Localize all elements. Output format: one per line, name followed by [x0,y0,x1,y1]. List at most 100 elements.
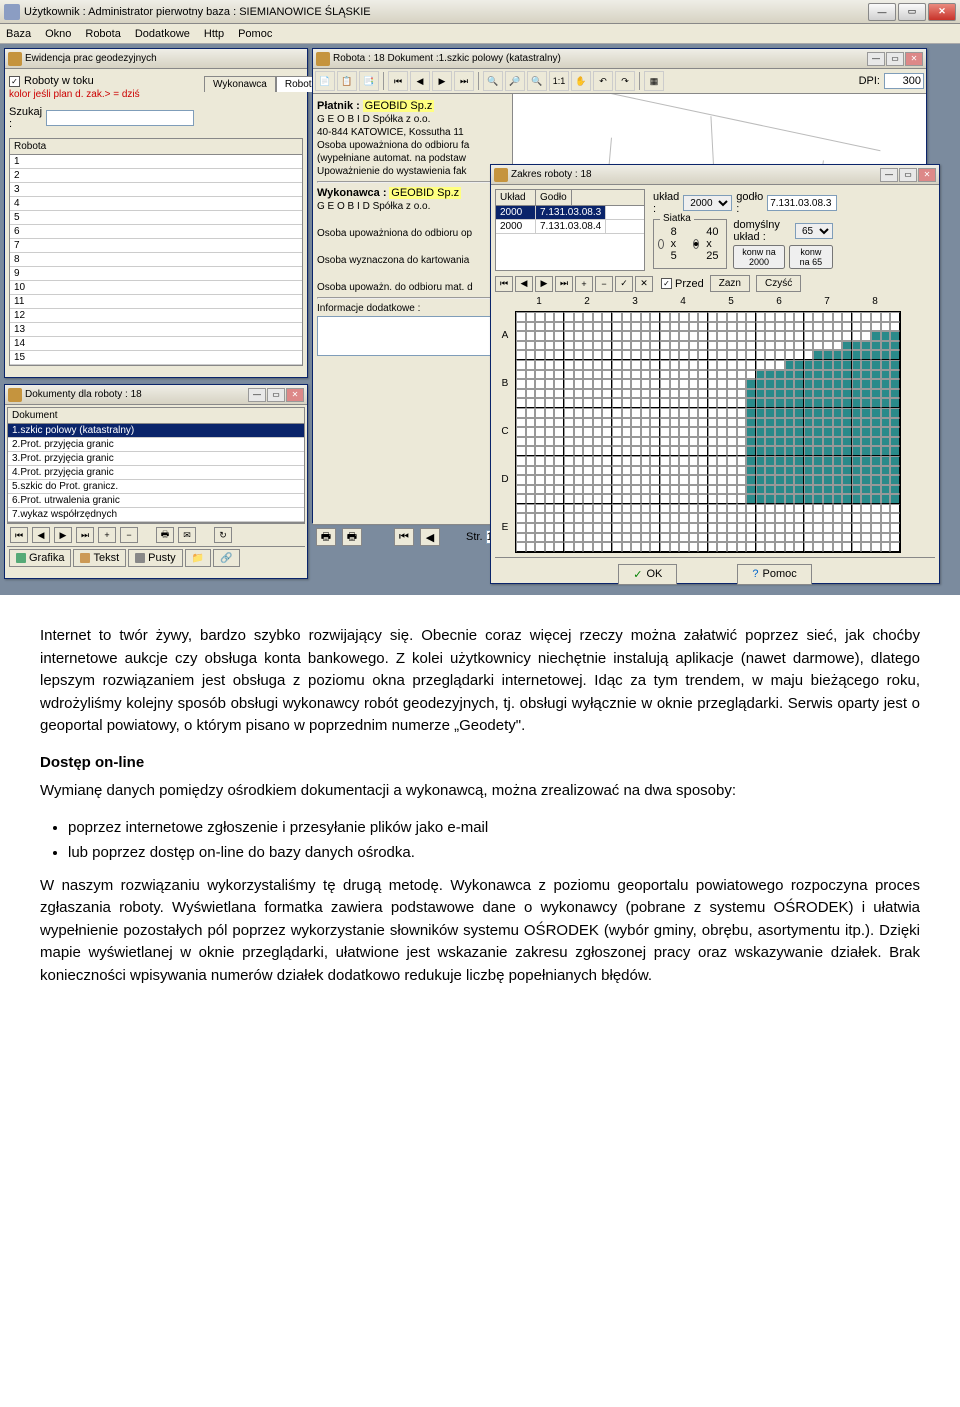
uklad-select[interactable]: 2000 [683,195,732,211]
menu-okno[interactable]: Okno [45,28,71,40]
close-button[interactable]: ✕ [928,3,956,21]
nav-next-icon[interactable]: ▶ [432,71,452,91]
table-row[interactable]: 3 [10,183,302,197]
folder-icon[interactable]: 📁 [185,549,211,567]
tool-icon[interactable]: 📋 [337,71,357,91]
tool-icon[interactable]: 📑 [359,71,379,91]
table-row[interactable]: 4.Prot. przyjęcia granic [8,466,304,480]
close-button[interactable]: ✕ [286,388,304,402]
table-row[interactable]: 5 [10,211,302,225]
radio-40x25[interactable] [693,239,699,249]
menu-http[interactable]: Http [204,28,224,40]
grid-icon[interactable]: ▦ [644,71,664,91]
checkbox-przed[interactable]: ✓ [661,278,672,289]
nav-confirm[interactable]: ✓ [615,276,633,292]
dom-uklad-select[interactable]: 65 [795,223,833,239]
print2-icon[interactable]: 🖶 [342,528,362,546]
nav-add[interactable]: + [98,527,116,543]
table-row[interactable]: 1 [10,155,302,169]
table-row[interactable]: 6.Prot. utrwalenia granic [8,494,304,508]
zazn-button[interactable]: Zazn [710,275,750,292]
extent-grid[interactable] [515,311,901,553]
zoom-fit-icon[interactable]: 🔍 [527,71,547,91]
rotate-right-icon[interactable]: ↷ [615,71,635,91]
nav-last[interactable]: ⏭ [555,276,573,292]
table-row[interactable]: 8 [10,253,302,267]
nav-prev-icon[interactable]: ◀ [410,71,430,91]
table-row[interactable]: 7.wykaz współrzędnych [8,508,304,522]
tab-wykonawca[interactable]: Wykonawca [204,76,276,92]
tab-pusty[interactable]: Pusty [128,549,183,567]
konw-65-button[interactable]: konw na 65 [789,245,833,269]
tab-tekst[interactable]: Tekst [73,549,126,567]
nav-prev[interactable]: ◀ [515,276,533,292]
nav-first[interactable]: ⏮ [495,276,513,292]
dpi-input[interactable] [884,73,924,89]
table-row[interactable]: 5.szkic do Prot. granicz. [8,480,304,494]
table-row[interactable]: 2.Prot. przyjęcia granic [8,438,304,452]
table-row[interactable]: 10 [10,281,302,295]
link-icon[interactable]: 🔗 [213,549,239,567]
nav-prev[interactable]: ◀ [420,528,440,546]
nav-last-icon[interactable]: ⏭ [454,71,474,91]
table-row[interactable]: 6 [10,225,302,239]
print-icon[interactable]: 🖶 [156,527,174,543]
table-row[interactable]: 14 [10,337,302,351]
zoom-out-icon[interactable]: 🔎 [505,71,525,91]
minimize-button[interactable]: — [248,388,266,402]
nav-cancel[interactable]: ✕ [635,276,653,292]
table-row[interactable]: 12 [10,309,302,323]
nav-first[interactable]: ⏮ [394,528,414,546]
table-row[interactable]: 13 [10,323,302,337]
checkbox-roboty-w-toku[interactable]: ✓ [9,76,20,87]
radio-8x5[interactable] [658,239,664,249]
pomoc-button[interactable]: ?Pomoc [737,564,811,585]
czysc-button[interactable]: Czyść [756,275,801,292]
tool-icon[interactable]: 📄 [315,71,335,91]
pan-icon[interactable]: ✋ [571,71,591,91]
nav-add[interactable]: + [575,276,593,292]
zoom-11-icon[interactable]: 1:1 [549,71,569,91]
ok-button[interactable]: ✓OK [618,564,677,585]
minimize-button[interactable]: — [867,52,885,66]
nav-next[interactable]: ▶ [535,276,553,292]
konw-2000-button[interactable]: konw na 2000 [733,245,784,269]
minimize-button[interactable]: — [868,3,896,21]
table-row[interactable]: 15 [10,351,302,365]
maximize-button[interactable]: ▭ [898,3,926,21]
refresh-icon[interactable]: ↻ [214,527,232,543]
rotate-left-icon[interactable]: ↶ [593,71,613,91]
table-row[interactable]: 11 [10,295,302,309]
table-row[interactable]: 2 [10,169,302,183]
table-row[interactable]: 9 [10,267,302,281]
menu-pomoc[interactable]: Pomoc [238,28,272,40]
maximize-button[interactable]: ▭ [267,388,285,402]
tab-grafika[interactable]: Grafika [9,549,71,567]
nav-next[interactable]: ▶ [54,527,72,543]
close-button[interactable]: ✕ [905,52,923,66]
menu-robota[interactable]: Robota [85,28,120,40]
menu-baza[interactable]: Baza [6,28,31,40]
main-title-text: Użytkownik : Administrator pierwotny baz… [24,6,868,18]
maximize-button[interactable]: ▭ [886,52,904,66]
zoom-in-icon[interactable]: 🔍 [483,71,503,91]
godlo-input[interactable] [767,195,837,211]
nav-last[interactable]: ⏭ [76,527,94,543]
minimize-button[interactable]: — [880,168,898,182]
nav-del[interactable]: − [595,276,613,292]
table-row[interactable]: 4 [10,197,302,211]
info-textarea[interactable] [317,316,508,356]
envelope-icon[interactable]: ✉ [178,527,196,543]
nav-first-icon[interactable]: ⏮ [388,71,408,91]
szukaj-input[interactable] [46,110,194,126]
maximize-button[interactable]: ▭ [899,168,917,182]
menu-dodatkowe[interactable]: Dodatkowe [135,28,190,40]
table-row[interactable]: 7 [10,239,302,253]
close-button[interactable]: ✕ [918,168,936,182]
nav-prev[interactable]: ◀ [32,527,50,543]
table-row[interactable]: 1.szkic polowy (katastralny) [8,424,304,438]
nav-first[interactable]: ⏮ [10,527,28,543]
nav-del[interactable]: − [120,527,138,543]
table-row[interactable]: 3.Prot. przyjęcia granic [8,452,304,466]
print-icon[interactable]: 🖶 [316,528,336,546]
